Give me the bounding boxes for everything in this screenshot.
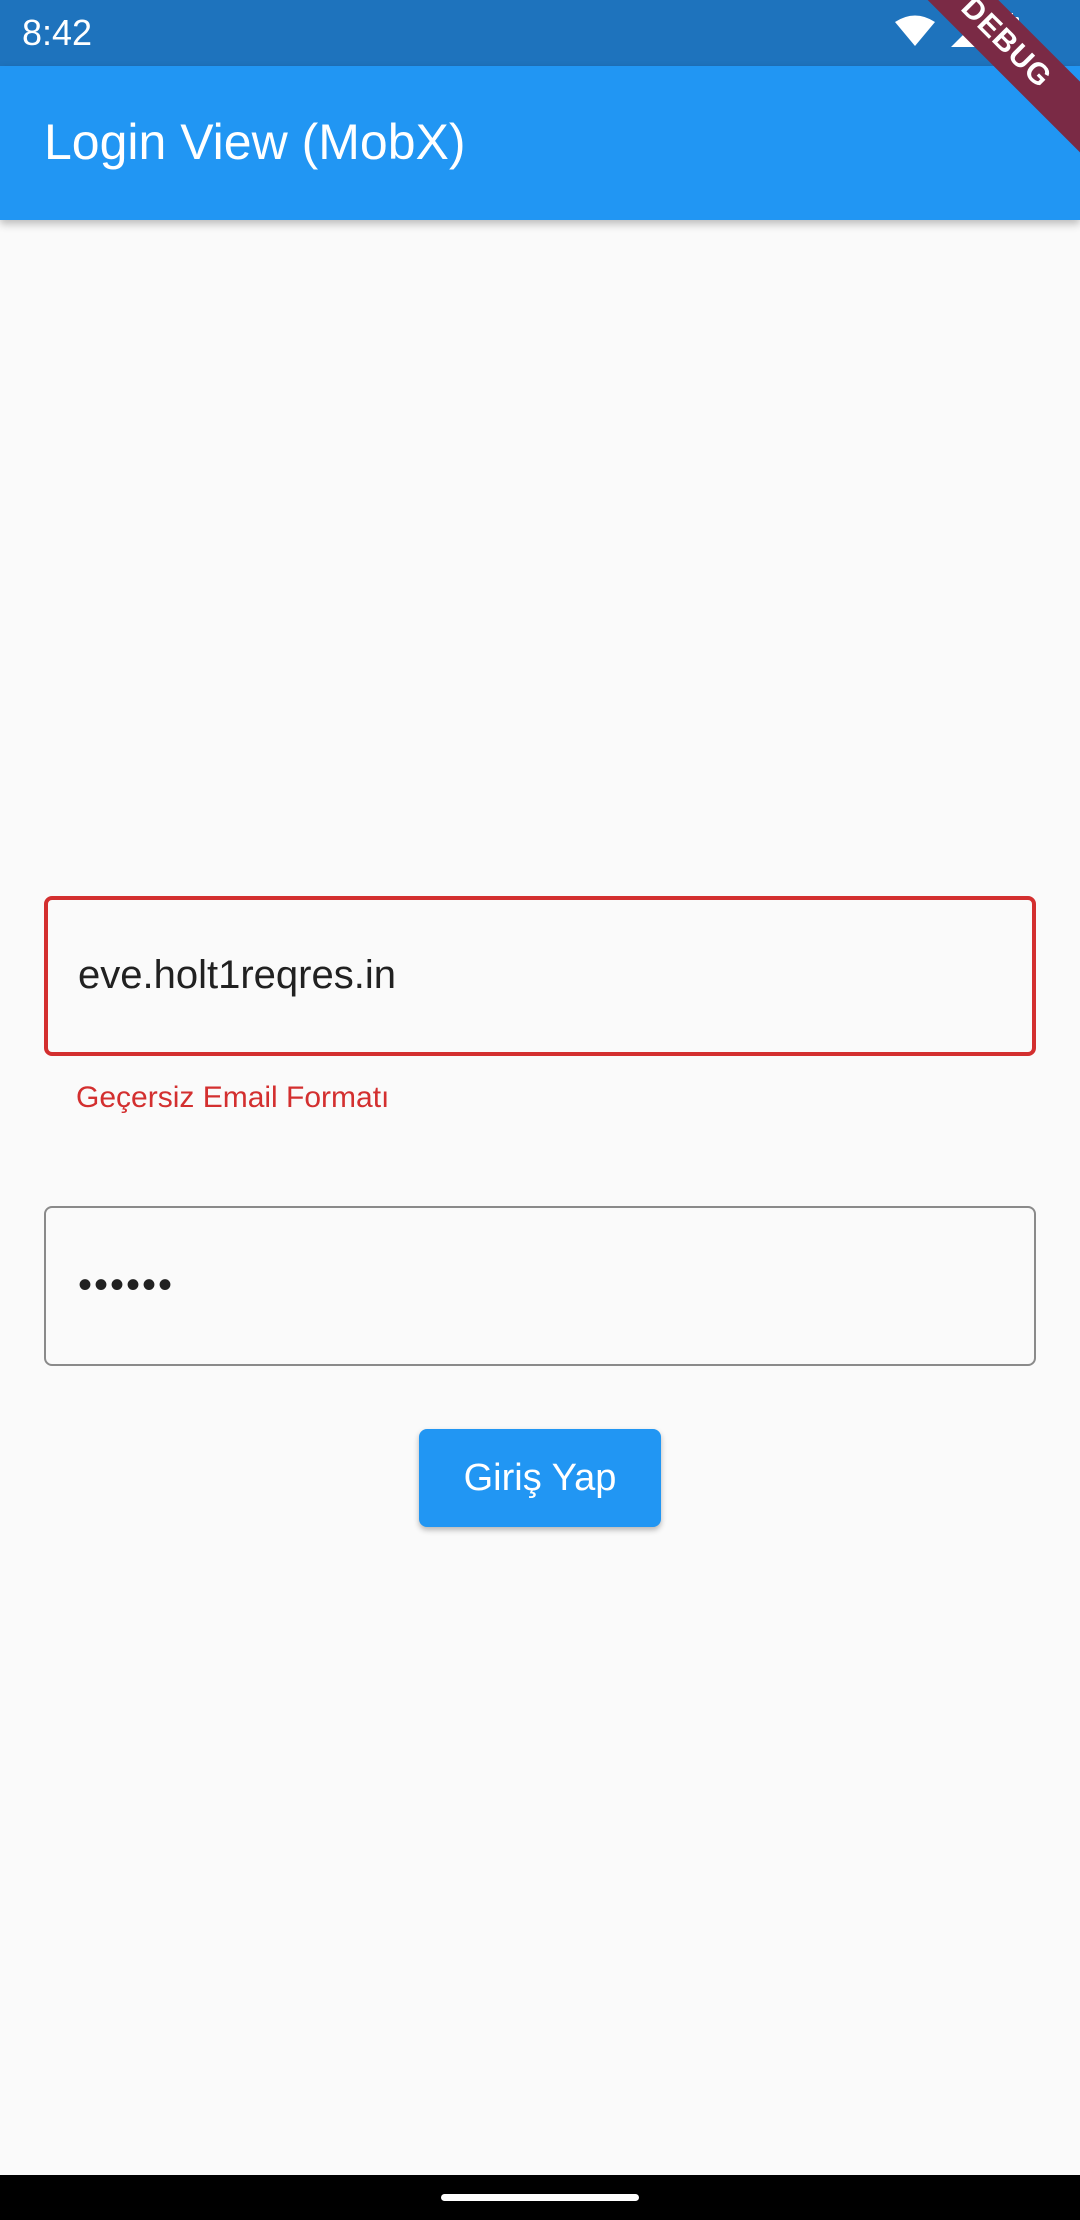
password-field[interactable]: ••••••: [44, 1206, 1036, 1366]
email-error-message: Geçersiz Email Formatı: [76, 1081, 390, 1114]
email-field[interactable]: eve.holt1reqres.in: [44, 896, 1036, 1056]
login-button-label: Giriş Yap: [463, 1456, 617, 1499]
status-bar: 8:42: [0, 0, 1080, 66]
app-bar: Login View (MobX): [0, 66, 1080, 220]
password-field-value: ••••••: [78, 1263, 175, 1307]
login-button[interactable]: Giriş Yap: [419, 1429, 661, 1527]
page-title: Login View (MobX): [44, 114, 466, 170]
email-field-value: eve.holt1reqres.in: [78, 953, 396, 997]
wifi-icon: [894, 15, 936, 52]
navigation-bar: [0, 2175, 1080, 2220]
home-indicator[interactable]: [441, 2194, 639, 2201]
status-time: 8:42: [22, 12, 93, 53]
